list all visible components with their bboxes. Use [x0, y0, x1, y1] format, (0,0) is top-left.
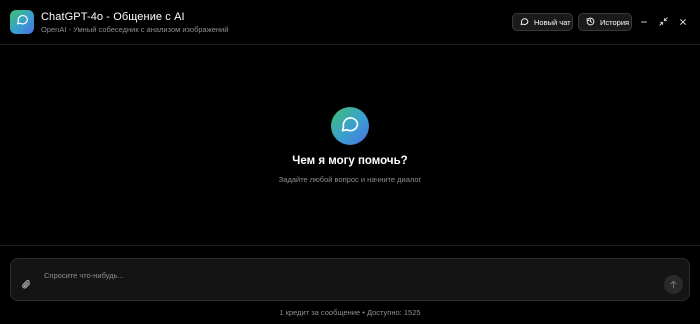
empty-state-hint: Задайте любой вопрос и начните диалог — [278, 175, 422, 184]
new-chat-button[interactable]: Новый чат — [512, 13, 573, 31]
minimize-icon — [640, 13, 648, 31]
header: ChatGPT-4o - Общение с AI OpenAI - Умный… — [0, 0, 700, 45]
new-chat-label: Новый чат — [534, 17, 571, 27]
app-title: ChatGPT-4o - Общение с AI — [41, 11, 185, 23]
shrink-icon — [658, 13, 668, 31]
attach-button[interactable] — [20, 279, 32, 291]
app-subtitle: OpenAI - Умный собеседник с анализом изо… — [41, 25, 229, 34]
message-composer — [10, 258, 690, 301]
minimize-button[interactable] — [637, 15, 651, 29]
chat-bubble-icon — [520, 17, 529, 28]
paperclip-icon — [21, 276, 31, 294]
history-label: История — [600, 17, 630, 27]
app-window: ChatGPT-4o - Общение с AI OpenAI - Умный… — [0, 0, 700, 324]
empty-state-logo — [331, 107, 369, 145]
close-icon — [679, 13, 687, 31]
composer-divider — [0, 245, 700, 246]
app-logo — [10, 10, 34, 34]
credits-note: 1 кредит за сообщение • Доступно: 1525 — [279, 308, 421, 317]
shrink-button[interactable] — [656, 15, 670, 29]
history-button[interactable]: История — [578, 13, 632, 31]
send-button[interactable] — [664, 275, 683, 294]
chat-bubble-icon — [340, 114, 360, 139]
history-icon — [586, 17, 595, 28]
arrow-up-icon — [669, 276, 678, 294]
close-button[interactable] — [676, 15, 690, 29]
chat-bubble-icon — [16, 13, 29, 31]
message-input[interactable] — [44, 268, 644, 282]
empty-state-headline: Чем я могу помочь? — [292, 155, 408, 167]
